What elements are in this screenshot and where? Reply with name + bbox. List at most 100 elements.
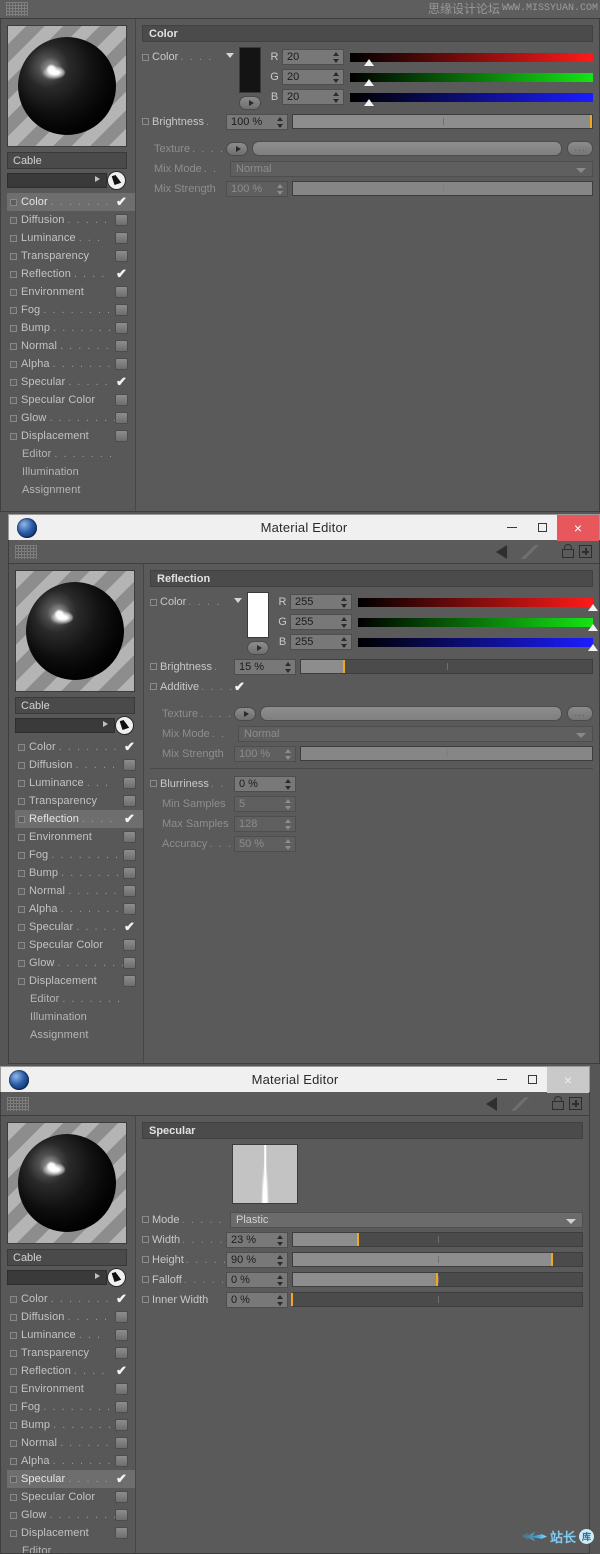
minimize-button-3[interactable] [487, 1067, 517, 1093]
shader-field-3[interactable] [7, 1270, 107, 1285]
r-spinner-1[interactable] [333, 52, 340, 63]
shader-expand-arrow-icon[interactable] [95, 176, 100, 182]
channel-item-specular[interactable]: Specular. . . . .✔ [7, 1470, 135, 1488]
channel-enable-checkbox[interactable] [18, 762, 25, 769]
channel-item-glow[interactable]: Glow. . . . . . . . [7, 1506, 135, 1524]
g-knob-1[interactable] [364, 79, 374, 86]
channel-enable-checkbox[interactable] [10, 1296, 17, 1303]
close-button-3[interactable]: × [547, 1067, 589, 1093]
minimize-button-2[interactable] [497, 515, 527, 541]
channel-item-normal[interactable]: Normal. . . . . . [15, 882, 143, 900]
channel-enable-checkbox[interactable] [10, 1368, 17, 1375]
channel-enable-checkbox[interactable] [10, 1386, 17, 1393]
channel-color-swatch[interactable] [115, 1437, 128, 1449]
channel-item-normal[interactable]: Normal. . . . . . [7, 337, 135, 355]
inner-width-anim-box-3[interactable] [142, 1296, 149, 1303]
lock-icon-2[interactable] [561, 544, 575, 559]
height-slider-3[interactable] [292, 1252, 583, 1267]
channel-item-diffusion[interactable]: Diffusion. . . . . [15, 756, 143, 774]
brightness-slider-2[interactable] [300, 659, 593, 674]
channel-item-reflection[interactable]: Reflection. . . .✔ [15, 810, 143, 828]
channel-active-check-icon[interactable]: ✔ [115, 1473, 128, 1485]
channel-color-swatch[interactable] [123, 777, 136, 789]
channel-color-swatch[interactable] [115, 1491, 128, 1503]
r-slider-2[interactable] [358, 598, 593, 607]
channel-item-transparency[interactable]: Transparency [7, 1344, 135, 1362]
channel-item-glow[interactable]: Glow. . . . . . . . [7, 409, 135, 427]
channel-enable-checkbox[interactable] [10, 271, 17, 278]
channel-item-alpha[interactable]: Alpha. . . . . . . . [7, 1452, 135, 1470]
mix-strength-slider-1[interactable] [292, 181, 593, 196]
channel-active-check-icon[interactable]: ✔ [115, 1293, 128, 1305]
accuracy-spinner-2[interactable] [285, 839, 292, 850]
inner-width-slider-3[interactable] [292, 1292, 583, 1307]
channel-color-swatch[interactable] [115, 250, 128, 262]
channel-item-specular-color[interactable]: Specular Color [15, 936, 143, 954]
mode-anim-box-3[interactable] [142, 1216, 149, 1223]
channel-active-check-icon[interactable]: ✔ [123, 741, 136, 753]
channel-enable-checkbox[interactable] [10, 397, 17, 404]
blurriness-anim-box-2[interactable] [150, 780, 157, 787]
channel-color-swatch[interactable] [115, 412, 128, 424]
channel-enable-checkbox[interactable] [18, 942, 25, 949]
brightness-slider-1[interactable] [292, 114, 593, 129]
channel-enable-checkbox[interactable] [10, 361, 17, 368]
max-samples-spinner-2[interactable] [285, 819, 292, 830]
window1-grip-handle[interactable] [6, 2, 28, 16]
slider-handle[interactable] [551, 1253, 553, 1266]
channel-color-swatch[interactable] [115, 1347, 128, 1359]
channel-item-luminance[interactable]: Luminance. . . [7, 229, 135, 247]
b-input-2[interactable]: 255 [290, 634, 352, 650]
channel-item-color[interactable]: Color. . . . . . . .✔ [7, 1290, 135, 1308]
color-anim-box-1[interactable] [142, 54, 149, 61]
color-play-button-2[interactable] [247, 641, 269, 655]
brightness-anim-box-1[interactable] [142, 118, 149, 125]
channel-color-swatch[interactable] [123, 795, 136, 807]
height-spinner-3[interactable] [277, 1255, 284, 1266]
channel-enable-checkbox[interactable] [18, 888, 25, 895]
channel-color-swatch[interactable] [115, 358, 128, 370]
b-spinner-2[interactable] [341, 637, 348, 648]
channel-color-swatch[interactable] [115, 1509, 128, 1521]
channel-enable-checkbox[interactable] [10, 1458, 17, 1465]
channel-enable-checkbox[interactable] [10, 1512, 17, 1519]
channel-item-illumination[interactable]: Illumination [15, 1008, 143, 1026]
r-input-2[interactable]: 255 [290, 594, 352, 610]
channel-color-swatch[interactable] [115, 232, 128, 244]
material-name-field-1[interactable]: Cable [7, 152, 127, 169]
texture-path-field-1[interactable] [252, 141, 562, 156]
channel-enable-checkbox[interactable] [18, 978, 25, 985]
lock-icon-3[interactable] [551, 1096, 565, 1111]
shader-field-1[interactable] [7, 173, 107, 188]
channel-enable-checkbox[interactable] [18, 816, 25, 823]
texture-path-field-2[interactable] [260, 706, 562, 721]
b-slider-1[interactable] [350, 93, 593, 102]
max-samples-input-2[interactable]: 128 [234, 816, 296, 832]
channel-color-swatch[interactable] [115, 1311, 128, 1323]
channel-enable-checkbox[interactable] [10, 1440, 17, 1447]
slider-handle[interactable] [357, 1233, 359, 1246]
maximize-button-3[interactable] [517, 1067, 547, 1093]
channel-color-swatch[interactable] [115, 1455, 128, 1467]
channel-enable-checkbox[interactable] [10, 1314, 17, 1321]
width-spinner-3[interactable] [277, 1235, 284, 1246]
blurriness-spinner-2[interactable] [285, 779, 292, 790]
back-arrow-icon-3[interactable] [486, 1097, 497, 1111]
channel-enable-checkbox[interactable] [18, 798, 25, 805]
r-knob-2[interactable] [588, 604, 598, 611]
slider-handle[interactable] [590, 115, 592, 128]
channel-item-specular-color[interactable]: Specular Color [7, 1488, 135, 1506]
shader-expand-arrow-icon[interactable] [95, 1273, 100, 1279]
channel-active-check-icon[interactable]: ✔ [115, 268, 128, 280]
brightness-anim-box-2[interactable] [150, 663, 157, 670]
channel-enable-checkbox[interactable] [18, 960, 25, 967]
height-anim-box-3[interactable] [142, 1256, 149, 1263]
width-input-3[interactable]: 23 % [226, 1232, 288, 1248]
channel-active-check-icon[interactable]: ✔ [123, 813, 136, 825]
channel-item-reflection[interactable]: Reflection. . . .✔ [7, 265, 135, 283]
material-preview-1[interactable] [7, 25, 127, 147]
g-knob-2[interactable] [588, 624, 598, 631]
blurriness-input-2[interactable]: 0 % [234, 776, 296, 792]
channel-color-swatch[interactable] [115, 214, 128, 226]
g-spinner-2[interactable] [341, 617, 348, 628]
